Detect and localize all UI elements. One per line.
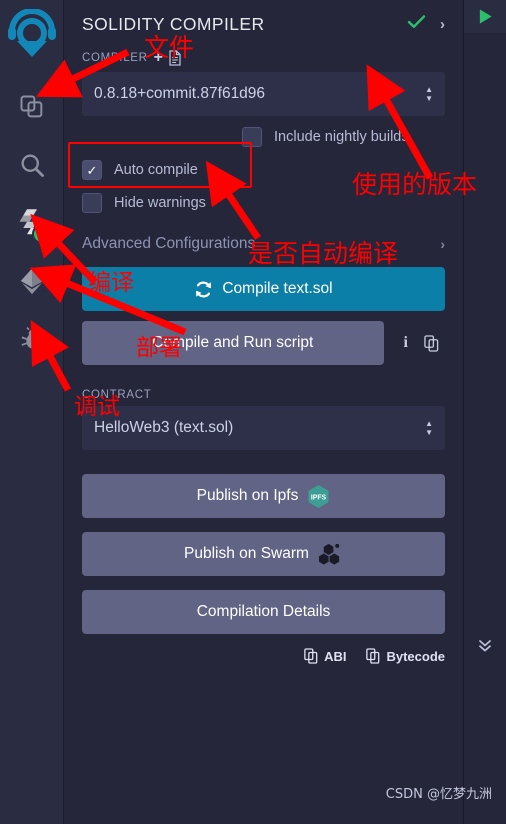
- sidebar-item-search[interactable]: [0, 136, 64, 194]
- spinner-down-arrow: ▼: [425, 94, 433, 103]
- files-copy-icon: [20, 95, 42, 118]
- run-row-icons: i: [384, 334, 445, 352]
- sidebar-item-file-explorer[interactable]: [0, 78, 64, 136]
- solidity-compiler-panel: SOLIDITY COMPILER › COMPILER + 0.8.18+co…: [64, 0, 464, 824]
- compile-button-label: Compile text.sol: [222, 280, 333, 297]
- copy-bytecode-label: Bytecode: [386, 648, 445, 664]
- icon-rail: [0, 0, 64, 824]
- copy-abi-label: ABI: [324, 648, 347, 664]
- panel-expand-chevron-right-icon[interactable]: ›: [440, 16, 445, 33]
- compile-and-run-row: Compile and Run script i: [82, 321, 445, 365]
- play-triangle-icon[interactable]: [477, 8, 494, 25]
- auto-compile-label: Auto compile: [114, 162, 198, 178]
- sidebar-item-solidity-compiler[interactable]: [0, 194, 64, 252]
- contract-selected-value: HelloWeb3 (text.sol): [94, 419, 234, 436]
- include-nightly-builds-row[interactable]: Include nightly builds: [82, 127, 445, 147]
- advanced-configurations-row[interactable]: Advanced Configurations ›: [82, 235, 445, 253]
- copy-icon: [304, 648, 318, 664]
- sidebar-item-deploy-run[interactable]: [0, 252, 64, 310]
- header-check-icon: [407, 13, 426, 35]
- compile-and-run-label: Compile and Run script: [152, 334, 314, 351]
- spinner-down-arrow: ▼: [425, 428, 433, 437]
- publish-swarm-label: Publish on Swarm: [184, 545, 309, 562]
- remix-ide-window: SOLIDITY COMPILER › COMPILER + 0.8.18+co…: [0, 0, 506, 824]
- check-icon: [36, 230, 47, 239]
- document-icon[interactable]: [168, 50, 182, 66]
- ethereum-diamond-icon: [20, 268, 43, 295]
- compiler-section-label: COMPILER +: [82, 49, 445, 67]
- double-chevron-down-icon[interactable]: [464, 638, 506, 654]
- spinner-up-arrow: ▲: [425, 419, 433, 428]
- copy-icon: [366, 648, 380, 664]
- ipfs-logo-icon: IPFS: [308, 484, 329, 508]
- publish-ipfs-label: Publish on Ipfs: [196, 487, 299, 504]
- hide-warnings-row[interactable]: Hide warnings: [82, 193, 445, 213]
- copy-icon[interactable]: [424, 334, 439, 352]
- compiler-status-badge: [31, 224, 52, 244]
- swarm-logo-icon: [318, 543, 340, 565]
- run-bar: [464, 0, 506, 33]
- include-nightly-label: Include nightly builds: [274, 129, 409, 145]
- info-icon[interactable]: i: [404, 334, 408, 352]
- compiler-label-text: COMPILER: [82, 52, 148, 64]
- copy-abi-link[interactable]: ABI: [304, 648, 346, 664]
- bug-icon: [21, 326, 42, 349]
- advanced-configurations-label: Advanced Configurations: [82, 235, 256, 252]
- plus-icon[interactable]: +: [154, 49, 164, 67]
- select-spinner-icon: ▲ ▼: [425, 419, 433, 437]
- footer-copy-links: ABI Bytecode: [82, 648, 445, 664]
- compilation-details-label: Compilation Details: [196, 603, 331, 620]
- refresh-icon: [196, 281, 212, 297]
- right-strip: [464, 0, 506, 824]
- contract-select[interactable]: HelloWeb3 (text.sol) ▲ ▼: [82, 406, 445, 450]
- copy-bytecode-link[interactable]: Bytecode: [366, 648, 445, 664]
- magnifier-icon: [21, 154, 44, 177]
- publish-ipfs-button[interactable]: Publish on Ipfs IPFS: [82, 474, 445, 518]
- publish-swarm-button[interactable]: Publish on Swarm: [82, 532, 445, 576]
- sidebar-item-debugger[interactable]: [0, 310, 64, 368]
- auto-compile-row[interactable]: ✓ Auto compile: [82, 160, 445, 180]
- contract-section-label: CONTRACT: [82, 389, 152, 401]
- hide-warnings-checkbox[interactable]: [82, 193, 102, 213]
- compilation-details-button[interactable]: Compilation Details: [82, 590, 445, 634]
- panel-header: SOLIDITY COMPILER ›: [82, 0, 445, 40]
- auto-compile-checkbox[interactable]: ✓: [82, 160, 102, 180]
- compile-button[interactable]: Compile text.sol: [82, 267, 445, 311]
- compile-and-run-button[interactable]: Compile and Run script: [82, 321, 384, 365]
- svg-text:IPFS: IPFS: [311, 494, 327, 501]
- include-nightly-checkbox[interactable]: [242, 127, 262, 147]
- remix-logo-icon: [4, 6, 60, 68]
- page-title: SOLIDITY COMPILER: [82, 13, 265, 34]
- hide-warnings-label: Hide warnings: [114, 195, 206, 211]
- chevron-right-icon: ›: [440, 236, 445, 252]
- compiler-version-select[interactable]: 0.8.18+commit.87f61d96 ▲ ▼: [82, 72, 445, 116]
- compiler-version-value: 0.8.18+commit.87f61d96: [94, 85, 266, 102]
- select-spinner-icon: ▲ ▼: [425, 85, 433, 103]
- check-icon: ✓: [86, 162, 98, 178]
- spinner-up-arrow: ▲: [425, 85, 433, 94]
